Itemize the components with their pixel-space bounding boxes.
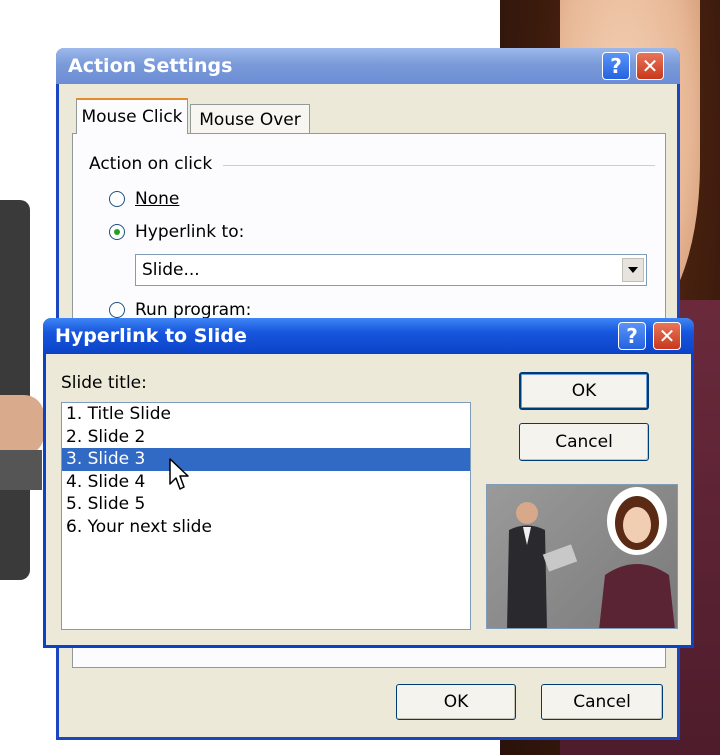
radio-run-program[interactable] xyxy=(109,302,125,318)
background-photo-left-hand xyxy=(0,395,44,455)
group-label: Action on click xyxy=(89,154,213,174)
radio-none-label[interactable]: None xyxy=(135,189,179,209)
background-photo-left-person xyxy=(0,200,30,580)
action-settings-cancel-button[interactable]: Cancel xyxy=(541,684,663,720)
radio-hyperlink[interactable] xyxy=(109,224,125,240)
close-icon[interactable]: ✕ xyxy=(653,322,681,350)
radio-hyperlink-label[interactable]: Hyperlink to: xyxy=(135,222,244,242)
hyperlink-cancel-button[interactable]: Cancel xyxy=(519,423,649,461)
help-icon[interactable]: ? xyxy=(618,322,646,350)
hyperlink-dialog-titlebar[interactable]: Hyperlink to Slide ? ✕ xyxy=(43,318,694,354)
radio-none[interactable] xyxy=(109,191,125,207)
list-item[interactable]: 5. Slide 5 xyxy=(62,493,470,516)
mouse-cursor-icon xyxy=(169,458,191,492)
hyperlink-to-slide-dialog: Hyperlink to Slide ? ✕ Slide title: 1. T… xyxy=(43,318,694,648)
slide-list[interactable]: 1. Title Slide 2. Slide 2 3. Slide 3 4. … xyxy=(61,402,471,630)
list-item[interactable]: 2. Slide 2 xyxy=(62,426,470,449)
slide-preview-image xyxy=(486,484,678,629)
background-photo-left-laptop xyxy=(0,450,42,490)
tab-mouse-over[interactable]: Mouse Over xyxy=(190,104,310,134)
help-icon[interactable]: ? xyxy=(602,52,630,80)
hyperlink-select[interactable]: Slide... xyxy=(135,254,647,286)
action-settings-ok-button[interactable]: OK xyxy=(396,684,516,720)
group-divider xyxy=(223,165,655,166)
dropdown-arrow-icon[interactable] xyxy=(622,258,644,282)
list-item[interactable]: 1. Title Slide xyxy=(62,403,470,426)
action-settings-titlebar[interactable]: Action Settings ? ✕ xyxy=(56,48,680,84)
hyperlink-select-value: Slide... xyxy=(142,260,200,280)
tab-mouse-click[interactable]: Mouse Click xyxy=(76,98,188,134)
radio-run-program-label[interactable]: Run program: xyxy=(135,300,251,320)
list-item[interactable]: 4. Slide 4 xyxy=(62,471,470,494)
close-icon[interactable]: ✕ xyxy=(636,52,664,80)
list-item[interactable]: 6. Your next slide xyxy=(62,516,470,539)
slide-title-label: Slide title: xyxy=(61,373,147,393)
hyperlink-dialog-title: Hyperlink to Slide xyxy=(55,325,247,347)
action-settings-title: Action Settings xyxy=(68,55,233,77)
hyperlink-ok-button[interactable]: OK xyxy=(519,372,649,410)
list-item-selected[interactable]: 3. Slide 3 xyxy=(62,448,470,471)
